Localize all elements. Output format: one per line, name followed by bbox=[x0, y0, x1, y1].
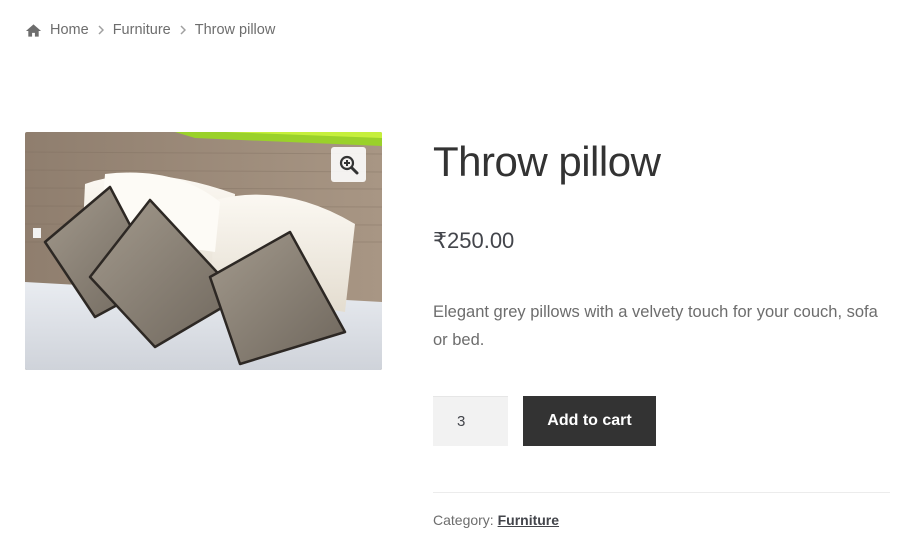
add-to-cart-button[interactable]: Add to cart bbox=[523, 396, 656, 446]
breadcrumb: Home Furniture Throw pillow bbox=[25, 20, 275, 40]
product-gallery[interactable] bbox=[25, 132, 382, 370]
product-title: Throw pillow bbox=[433, 138, 661, 185]
zoom-button[interactable] bbox=[331, 147, 366, 182]
breadcrumb-category-link[interactable]: Furniture bbox=[113, 22, 171, 38]
zoom-in-icon bbox=[339, 155, 358, 174]
breadcrumb-home-link[interactable]: Home bbox=[50, 22, 89, 38]
product-summary: Throw pillow ₹250.00 Elegant grey pillow… bbox=[433, 132, 890, 528]
category-label: Category: bbox=[433, 512, 494, 528]
breadcrumb-current: Throw pillow bbox=[194, 22, 276, 38]
category-link[interactable]: Furniture bbox=[498, 512, 559, 528]
add-to-cart-form: Add to cart bbox=[433, 396, 656, 446]
product-image[interactable] bbox=[25, 132, 382, 370]
quantity-input[interactable] bbox=[433, 396, 508, 446]
product-description: Elegant grey pillows with a velvety touc… bbox=[433, 303, 878, 349]
chevron-right-icon bbox=[98, 25, 104, 35]
chevron-right-icon bbox=[180, 25, 186, 35]
divider bbox=[433, 492, 890, 493]
product-meta: Category: Furniture bbox=[433, 512, 559, 528]
product-price: ₹250.00 bbox=[433, 228, 515, 253]
home-icon[interactable] bbox=[25, 23, 42, 38]
